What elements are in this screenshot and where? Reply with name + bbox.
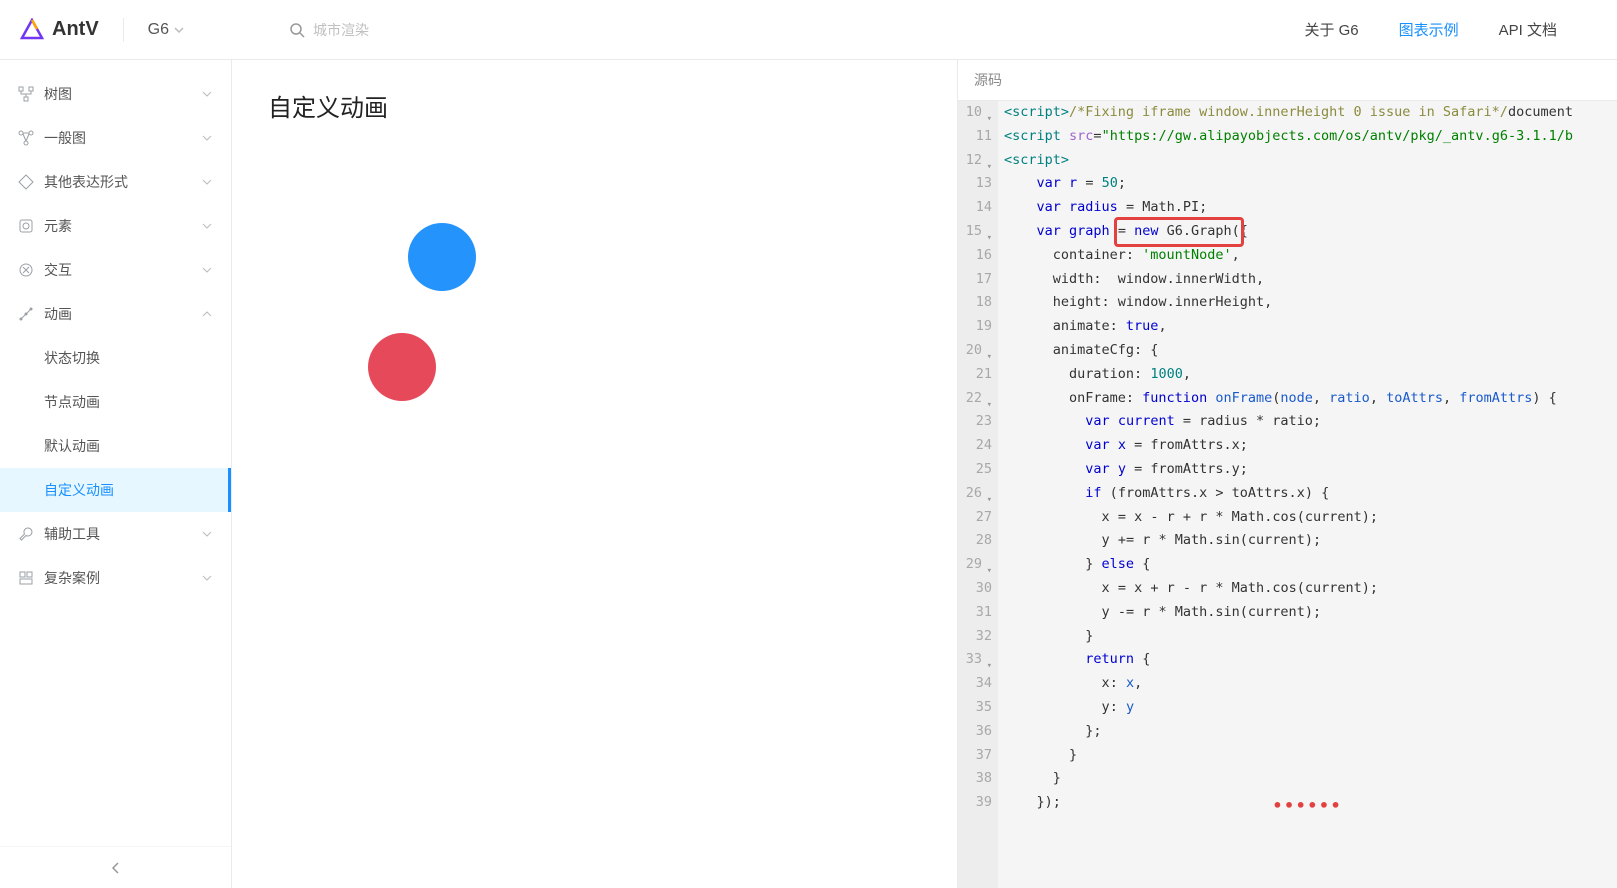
preview-panel: 自定义动画 (232, 60, 957, 888)
sidebar-collapse-button[interactable] (0, 846, 231, 888)
interact-icon (18, 262, 34, 278)
product-dropdown[interactable]: G6 (148, 21, 185, 39)
ellipsis-annotation: •••••• (1273, 794, 1343, 818)
preview-canvas[interactable] (268, 143, 921, 543)
chevron-down-icon (201, 528, 213, 540)
header: AntV G6 关于 G6 图表示例 API 文档 (0, 0, 1617, 60)
element-icon (18, 218, 34, 234)
search-input[interactable] (313, 22, 513, 38)
sidebar-item-default-anim[interactable]: 默认动画 (0, 424, 231, 468)
sidebar-label: 其他表达形式 (44, 172, 191, 192)
search-icon (289, 22, 305, 38)
tree-icon (18, 86, 34, 102)
sidebar-group-general[interactable]: 一般图 (0, 116, 231, 160)
product-label: G6 (148, 21, 169, 39)
sidebar-label: 复杂案例 (44, 568, 191, 588)
shape-icon (18, 174, 34, 190)
code-lines[interactable]: <script>/*Fixing iframe window.innerHeig… (998, 101, 1617, 888)
separator (123, 18, 124, 42)
code-tab-source[interactable]: 源码 (958, 60, 1617, 101)
sidebar-item-custom-anim[interactable]: 自定义动画 (0, 468, 231, 512)
chevron-down-icon (201, 572, 213, 584)
code-editor[interactable]: 10▾1112▾131415▾1617181920▾2122▾23242526▾… (958, 101, 1617, 888)
logo[interactable]: AntV (20, 18, 99, 42)
page-title: 自定义动画 (268, 88, 921, 123)
chevron-up-icon (201, 308, 213, 320)
nav-examples[interactable]: 图表示例 (1399, 19, 1459, 40)
node-red[interactable] (368, 333, 436, 401)
search (289, 22, 1280, 38)
sidebar-group-element[interactable]: 元素 (0, 204, 231, 248)
gutter: 10▾1112▾131415▾1617181920▾2122▾23242526▾… (958, 101, 998, 888)
sidebar-group-tool[interactable]: 辅助工具 (0, 512, 231, 556)
sidebar-group-tree[interactable]: 树图 (0, 72, 231, 116)
antv-logo-icon (20, 18, 44, 42)
brand-text: AntV (52, 18, 99, 41)
chevron-down-icon (201, 264, 213, 276)
sidebar-label: 交互 (44, 260, 191, 280)
sidebar-group-other[interactable]: 其他表达形式 (0, 160, 231, 204)
graph-icon (18, 130, 34, 146)
chevron-left-icon (109, 861, 123, 875)
chevron-down-icon (201, 132, 213, 144)
top-nav: 关于 G6 图表示例 API 文档 (1304, 19, 1557, 40)
sidebar: 树图 一般图 其他表达形式 元素 交互 (0, 60, 232, 888)
sidebar-group-interact[interactable]: 交互 (0, 248, 231, 292)
chevron-down-icon (201, 220, 213, 232)
sidebar-group-complex[interactable]: 复杂案例 (0, 556, 231, 600)
sidebar-label: 元素 (44, 216, 191, 236)
sidebar-item-state[interactable]: 状态切换 (0, 336, 231, 380)
tool-icon (18, 526, 34, 542)
nav-api[interactable]: API 文档 (1499, 19, 1557, 40)
node-blue[interactable] (408, 223, 476, 291)
sidebar-group-animation[interactable]: 动画 (0, 292, 231, 336)
chevron-down-icon (201, 88, 213, 100)
sidebar-label: 动画 (44, 304, 191, 324)
chevron-down-icon (173, 24, 185, 36)
sidebar-label: 辅助工具 (44, 524, 191, 544)
sidebar-label: 一般图 (44, 128, 191, 148)
code-panel: 源码 10▾1112▾131415▾1617181920▾2122▾232425… (957, 60, 1617, 888)
animation-icon (18, 306, 34, 322)
complex-icon (18, 570, 34, 586)
chevron-down-icon (201, 176, 213, 188)
sidebar-item-node-anim[interactable]: 节点动画 (0, 380, 231, 424)
nav-about[interactable]: 关于 G6 (1304, 19, 1358, 40)
sidebar-label: 树图 (44, 84, 191, 104)
